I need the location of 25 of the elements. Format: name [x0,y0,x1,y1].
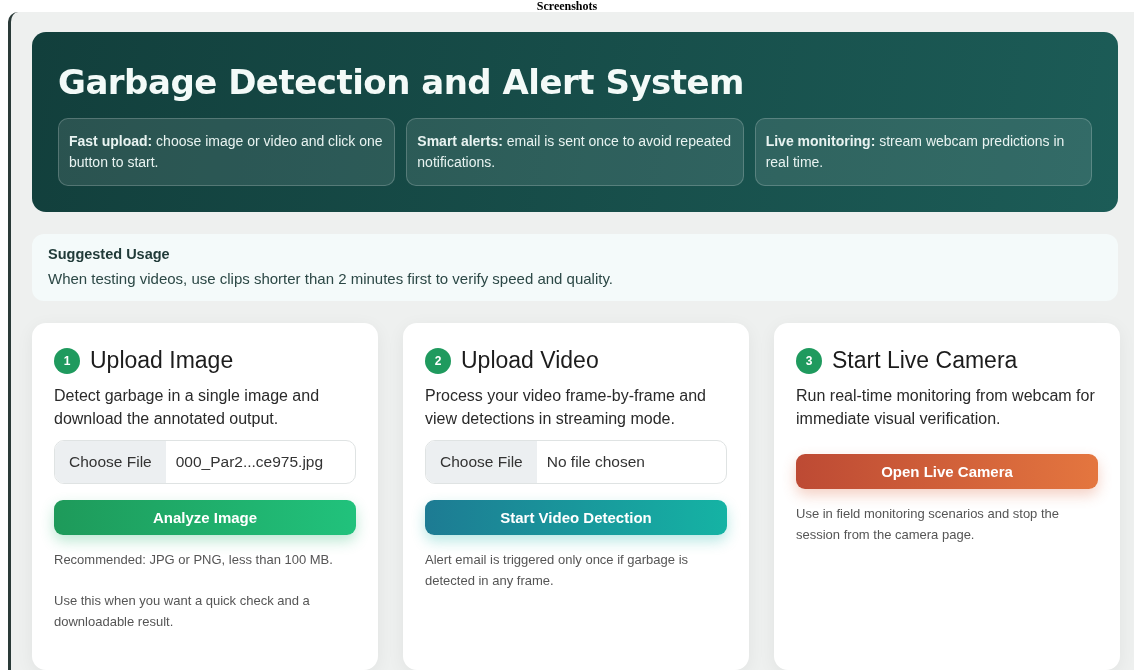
action-button[interactable]: Open Live Camera [796,454,1098,489]
card-note: Use in field monitoring scenarios and stop the session from the camera page. [796,505,1061,544]
card-note: Use this when you want a quick check and a downloadable result. [54,592,311,631]
card-title: Start Live Camera [832,347,1018,374]
feature-card: Live monitoring: stream webcam predictions in real time. [754,118,1092,186]
feature-card: Fast upload: choose image or video and click one button to start. [58,118,396,186]
card-title: Upload Video [461,347,599,374]
page-caption: Screenshots [536,0,598,12]
file-input[interactable]: Choose File 000_Par2...ce975.jpg [54,440,356,484]
usage-text: When testing videos, use clips shorter than 2 minutes first to verify speed and quality. [48,270,614,287]
card-title: Upload Image [90,347,234,374]
app-title: Garbage Detection and Alert System [58,62,746,102]
card-description: Process your video frame-by-frame and view detections in streaming mode. [425,386,707,429]
step-number: 3 [796,347,822,374]
step-number: 1 [54,347,80,374]
step-number: 2 [425,347,451,374]
action-button[interactable]: Analyze Image [54,500,356,535]
action-button[interactable]: Start Video Detection [425,500,727,535]
card-description: Run real-time monitoring from webcam for immediate visual verification. [796,386,1096,429]
card-note: Recommended: JPG or PNG, less than 100 MB. [54,551,334,569]
usage-title: Suggested Usage [48,246,171,262]
feature-card: Smart alerts: email is sent once to avoid repeated notifications. [406,118,744,186]
card-note: Alert email is triggered only once if garbage is detected in any frame. [425,551,690,590]
file-input[interactable]: Choose File No file chosen [425,440,727,484]
card-description: Detect garbage in a single image and download the annotated output. [54,386,321,429]
